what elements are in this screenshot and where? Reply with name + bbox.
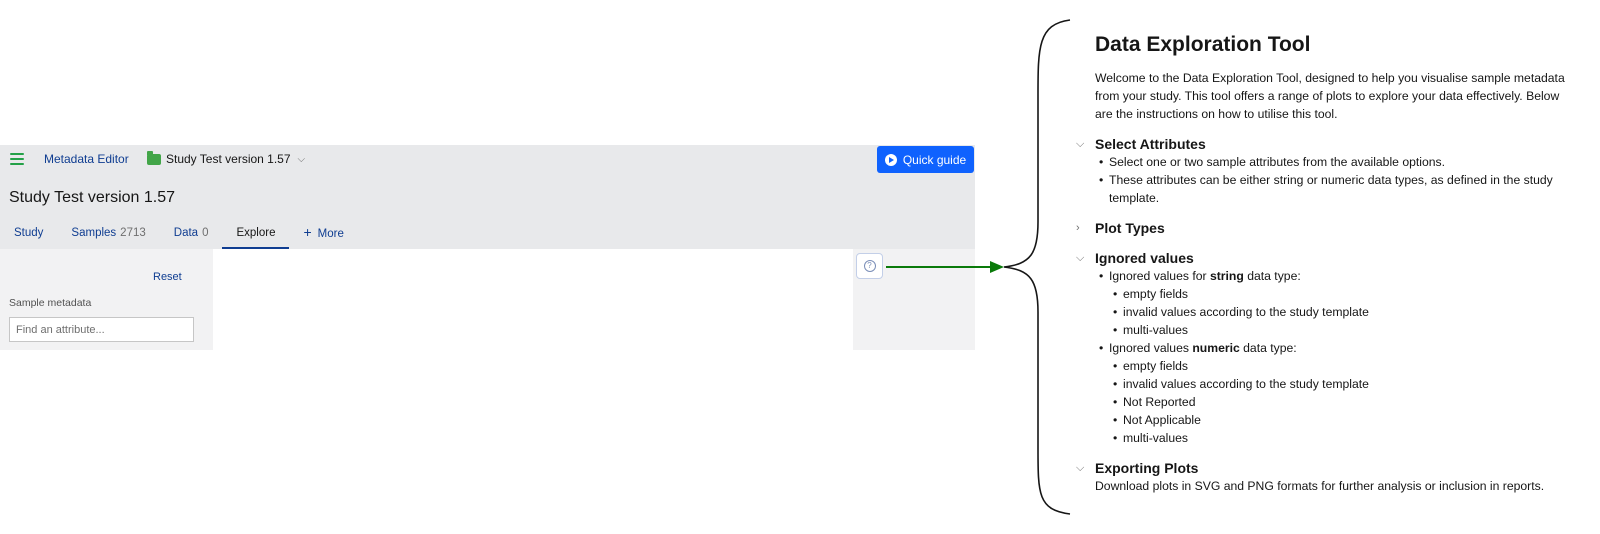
chevron-right-icon: › (1076, 222, 1080, 234)
exporting-plots-toggle[interactable]: ⌵ Exporting Plots (1076, 459, 1575, 477)
list-item: Ignored values numeric data type: empty … (1099, 339, 1575, 447)
quick-guide-button[interactable]: Quick guide (877, 146, 974, 173)
select-attributes-list: Select one or two sample attributes from… (1099, 153, 1575, 207)
section-ignored-values: ⌵ Ignored values Ignored values for stri… (1076, 249, 1575, 447)
reset-link[interactable]: Reset (153, 271, 182, 283)
ignored-values-toggle[interactable]: ⌵ Ignored values (1076, 249, 1575, 267)
app-screenshot: Metadata Editor Study Test version 1.57 … (0, 145, 975, 350)
exporting-plots-text: Download plots in SVG and PNG formats fo… (1095, 479, 1545, 493)
list-item: empty fields (1113, 285, 1575, 303)
app-name-link[interactable]: Metadata Editor (44, 152, 129, 166)
ignored-values-list: Ignored values for string data type: emp… (1099, 267, 1575, 447)
list-item: multi-values (1113, 321, 1575, 339)
list-item: multi-values (1113, 429, 1575, 447)
tab-data[interactable]: Data 0 (160, 219, 223, 249)
chevron-down-icon: ⌵ (1076, 462, 1085, 474)
list-item: empty fields (1113, 357, 1575, 375)
chevron-down-icon: ⌵ (1076, 138, 1085, 150)
chevron-down-icon: ⌵ (1076, 252, 1085, 264)
study-selector[interactable]: Study Test version 1.57 ⌵ (147, 150, 306, 166)
section-exporting-plots: ⌵ Exporting Plots Download plots in SVG … (1076, 459, 1575, 495)
ignored-values-heading: Ignored values (1095, 250, 1194, 266)
chevron-down-icon: ⌵ (297, 153, 306, 165)
question-icon: ? (863, 260, 876, 272)
tab-explore[interactable]: Explore (222, 219, 290, 249)
list-item: invalid values according to the study te… (1113, 375, 1575, 393)
quick-guide-label: Quick guide (902, 152, 967, 167)
plus-icon: + (303, 224, 312, 240)
list-item: Not Applicable (1113, 411, 1575, 429)
help-panel: ? (853, 249, 975, 350)
list-item: invalid values according to the study te… (1113, 303, 1575, 321)
connector-arrowhead (990, 261, 1004, 273)
tab-samples[interactable]: Samples 2713 (57, 219, 159, 249)
app-header-area: Metadata Editor Study Test version 1.57 … (0, 145, 975, 249)
tab-study[interactable]: Study (0, 219, 57, 249)
folder-icon (147, 150, 161, 165)
list-item: Not Reported (1113, 393, 1575, 411)
guide-intro: Welcome to the Data Exploration Tool, de… (1095, 71, 1565, 121)
attribute-search-input[interactable] (9, 317, 194, 342)
section-plot-types: › Plot Types (1076, 219, 1575, 237)
list-item: Select one or two sample attributes from… (1099, 153, 1575, 171)
plot-types-toggle[interactable]: › Plot Types (1076, 219, 1575, 237)
tab-more[interactable]: + More (289, 219, 357, 249)
study-crumb-label: Study Test version 1.57 (166, 152, 291, 166)
data-exploration-guide: Data Exploration Tool Welcome to the Dat… (1076, 32, 1575, 507)
curly-brace (1003, 19, 1071, 515)
tab-bar: Study Samples 2713 Data 0 Explore + More (0, 219, 358, 249)
attribute-panel: Reset Sample metadata (0, 249, 213, 350)
section-select-attributes: ⌵ Select Attributes Select one or two sa… (1076, 135, 1575, 207)
menu-icon[interactable] (10, 153, 24, 165)
numeric-ignored-list: empty fields invalid values according to… (1113, 357, 1575, 447)
page-title: Study Test version 1.57 (9, 189, 176, 206)
select-attributes-heading: Select Attributes (1095, 136, 1206, 152)
plot-types-heading: Plot Types (1095, 220, 1165, 236)
list-item: These attributes can be either string or… (1099, 171, 1575, 207)
sample-metadata-label: Sample metadata (9, 297, 92, 309)
samples-count: 2713 (120, 227, 146, 239)
list-item: Ignored values for string data type: emp… (1099, 267, 1575, 339)
top-bar: Metadata Editor Study Test version 1.57 … (0, 145, 975, 175)
guide-title: Data Exploration Tool (1095, 33, 1311, 56)
data-count: 0 (202, 227, 209, 239)
exporting-plots-heading: Exporting Plots (1095, 460, 1199, 476)
string-ignored-list: empty fields invalid values according to… (1113, 285, 1575, 339)
help-button[interactable]: ? (856, 253, 883, 279)
select-attributes-toggle[interactable]: ⌵ Select Attributes (1076, 135, 1575, 153)
play-icon (884, 153, 897, 166)
